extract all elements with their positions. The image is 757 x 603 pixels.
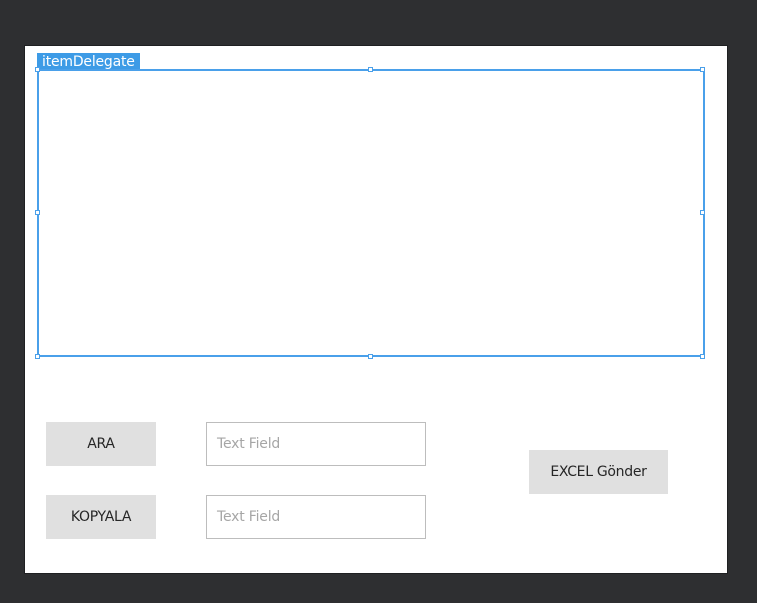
excel-export-button[interactable]: EXCEL Gönder	[529, 450, 668, 494]
resize-handle-top-right[interactable]	[700, 67, 705, 72]
resize-handle-top-left[interactable]	[35, 67, 40, 72]
resize-handle-bottom-middle[interactable]	[368, 354, 373, 359]
resize-handle-bottom-left[interactable]	[35, 354, 40, 359]
resize-handle-bottom-right[interactable]	[700, 354, 705, 359]
resize-handle-top-middle[interactable]	[368, 67, 373, 72]
copy-text-field[interactable]: Text Field	[206, 495, 426, 539]
item-delegate-selection[interactable]	[37, 69, 705, 357]
resize-handle-middle-right[interactable]	[700, 210, 705, 215]
search-text-field[interactable]: Text Field	[206, 422, 426, 466]
kopyala-button[interactable]: KOPYALA	[46, 495, 156, 539]
resize-handle-middle-left[interactable]	[35, 210, 40, 215]
ara-button[interactable]: ARA	[46, 422, 156, 466]
